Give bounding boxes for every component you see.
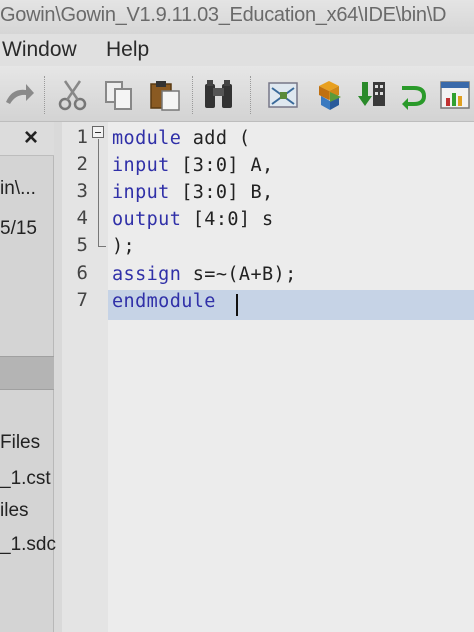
code-text: [3:0] A, bbox=[169, 155, 274, 176]
text-caret bbox=[236, 294, 238, 316]
menu-help[interactable]: Help bbox=[106, 38, 149, 62]
tree-item-cst[interactable]: _1.cst bbox=[0, 468, 51, 490]
tree-item-files[interactable]: Files bbox=[0, 432, 40, 454]
code-line[interactable]: input [3:0] B, bbox=[112, 182, 274, 203]
cut-icon[interactable] bbox=[56, 78, 90, 112]
program-device-icon[interactable] bbox=[354, 78, 388, 112]
fold-guide-end bbox=[98, 246, 106, 247]
panel-header: × bbox=[0, 122, 54, 156]
keyword: output bbox=[112, 209, 182, 230]
keyword: input bbox=[112, 182, 170, 203]
find-icon[interactable] bbox=[202, 78, 236, 112]
keyword: endmodule bbox=[112, 291, 216, 312]
schematic-icon[interactable] bbox=[266, 78, 300, 112]
code-line[interactable]: ); bbox=[112, 236, 135, 257]
keyword: assign bbox=[112, 264, 182, 285]
code-text: [4:0] s bbox=[181, 209, 274, 230]
code-text: s=~(A+B); bbox=[181, 264, 297, 285]
copy-icon[interactable] bbox=[102, 78, 136, 112]
code-line[interactable]: assign s=~(A+B); bbox=[112, 264, 297, 285]
keyword: input bbox=[112, 155, 170, 176]
title-bar: Gowin\Gowin_V1.9.11.03_Education_x64\IDE… bbox=[0, 0, 474, 34]
ip-core-icon[interactable] bbox=[312, 78, 346, 112]
code-line[interactable]: output [4:0] s bbox=[112, 209, 274, 230]
toolbar bbox=[0, 66, 474, 122]
code-line[interactable]: input [3:0] A, bbox=[112, 155, 274, 176]
line-number: 2 bbox=[76, 153, 88, 175]
toolbar-separator bbox=[44, 76, 46, 114]
paste-icon[interactable] bbox=[148, 78, 182, 112]
menu-window[interactable]: Window bbox=[2, 38, 77, 62]
tree-item-files-2[interactable]: iles bbox=[0, 500, 29, 522]
toolbar-separator bbox=[192, 76, 194, 114]
code-text: add ( bbox=[181, 128, 251, 149]
run-icon[interactable] bbox=[396, 78, 430, 112]
fold-guide bbox=[98, 139, 99, 247]
line-number-gutter: 1 2 3 4 5 6 7 bbox=[62, 122, 108, 632]
menu-bar: Window Help bbox=[0, 34, 474, 66]
panel-date-text: 5/15 bbox=[0, 218, 37, 239]
line-number: 7 bbox=[76, 289, 88, 311]
line-number: 4 bbox=[76, 207, 88, 229]
code-line[interactable]: endmodule bbox=[112, 291, 216, 312]
line-number: 3 bbox=[76, 180, 88, 202]
redo-icon[interactable] bbox=[2, 78, 36, 112]
code-text: ); bbox=[112, 236, 136, 257]
left-panel: × in\... 5/15 Files _1.cst iles _1.sdc bbox=[0, 122, 56, 632]
keyword: module bbox=[112, 128, 182, 149]
line-number: 5 bbox=[76, 234, 88, 256]
report-icon[interactable] bbox=[438, 78, 472, 112]
code-line[interactable]: module add ( bbox=[112, 128, 250, 149]
code-text: [3:0] B, bbox=[169, 182, 274, 203]
toolbar-separator bbox=[250, 76, 252, 114]
window-title: Gowin\Gowin_V1.9.11.03_Education_x64\IDE… bbox=[0, 4, 447, 26]
fold-toggle-icon[interactable] bbox=[92, 126, 104, 138]
panel-divider bbox=[0, 356, 54, 390]
close-icon[interactable]: × bbox=[24, 124, 38, 152]
panel-path-text: in\... bbox=[0, 178, 36, 199]
line-number: 6 bbox=[76, 262, 88, 284]
line-number: 1 bbox=[76, 126, 88, 148]
tree-item-sdc[interactable]: _1.sdc bbox=[0, 534, 56, 556]
